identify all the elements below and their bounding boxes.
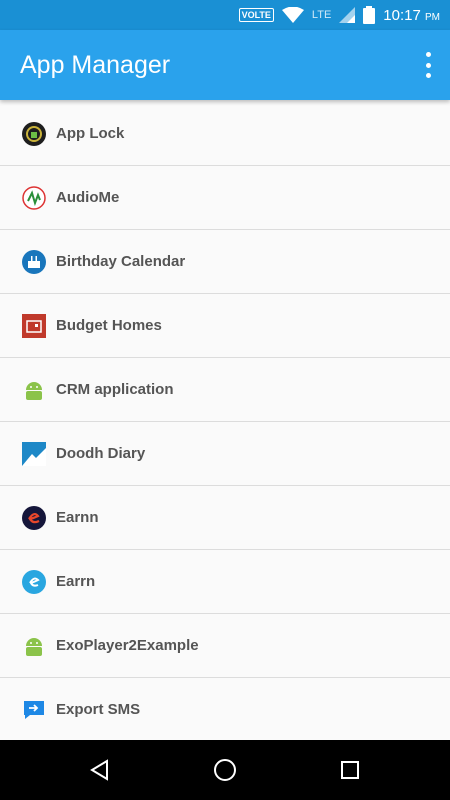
app-name: ExoPlayer2Example (56, 637, 199, 654)
android-icon (22, 378, 46, 402)
signal-icon (339, 7, 356, 23)
more-vert-icon[interactable] (420, 52, 436, 78)
app-name: AudioMe (56, 189, 120, 206)
back-icon[interactable] (85, 755, 115, 785)
list-item[interactable]: ExoPlayer2Example (0, 614, 450, 678)
volte-badge: VOLTE (238, 8, 274, 22)
app-name: Earrn (56, 573, 96, 590)
audiome-icon (22, 185, 46, 210)
network-type: LTE (311, 9, 332, 21)
export-sms-icon (22, 698, 46, 722)
app-name: CRM application (56, 381, 174, 398)
list-item[interactable]: App Lock (0, 102, 450, 166)
app-name: Earnn (56, 509, 99, 526)
app-name: Doodh Diary (56, 445, 146, 462)
status-bar: VOLTE LTE 10:17 PM (0, 0, 450, 30)
battery-icon (363, 6, 376, 24)
app-bar: App Manager (0, 30, 450, 100)
list-item[interactable]: Export SMS (0, 678, 450, 742)
earrn-icon (22, 569, 46, 594)
list-item[interactable]: Earnn (0, 486, 450, 550)
app-name: Export SMS (56, 701, 141, 718)
app-name: App Lock (56, 125, 125, 142)
recents-icon[interactable] (335, 755, 365, 785)
earnn-dark-icon (22, 505, 46, 530)
page-title: App Manager (20, 51, 171, 79)
list-item[interactable]: Doodh Diary (0, 422, 450, 486)
list-item[interactable]: Birthday Calendar (0, 230, 450, 294)
list-item[interactable]: Earrn (0, 550, 450, 614)
list-item[interactable]: AudioMe (0, 166, 450, 230)
app-list: App Lock AudioMe Birthday Calendar Budge… (0, 102, 450, 742)
list-item[interactable]: Budget Homes (0, 294, 450, 358)
list-item[interactable]: CRM application (0, 358, 450, 422)
clock: 10:17 PM (383, 6, 440, 24)
app-lock-icon (22, 121, 46, 146)
home-icon[interactable] (210, 755, 240, 785)
wifi-icon (281, 7, 304, 23)
navigation-bar (0, 740, 450, 800)
android-icon (22, 634, 46, 658)
app-name: Birthday Calendar (56, 253, 186, 270)
budget-homes-icon (22, 313, 46, 338)
birthday-calendar-icon (22, 249, 46, 274)
doodh-diary-icon (22, 441, 46, 466)
app-name: Budget Homes (56, 317, 162, 334)
